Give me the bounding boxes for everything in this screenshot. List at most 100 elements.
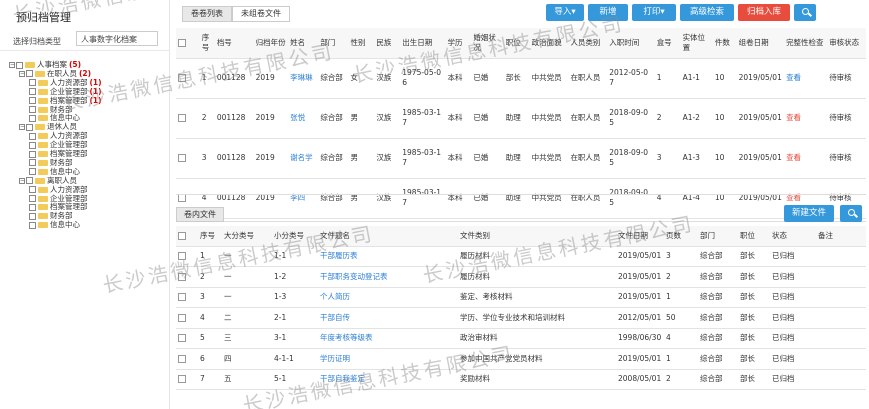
row-checkbox[interactable] bbox=[178, 375, 186, 384]
column-header[interactable]: 页数 bbox=[664, 226, 698, 247]
column-header[interactable]: 小分类号 bbox=[272, 226, 318, 247]
table-row[interactable]: 2 001128 2019 张悦 综合部男汉族 1985-03-17 本科 已婚 助理 中共党员在… bbox=[176, 98, 866, 139]
tab-volume-files[interactable]: 卷内文件 bbox=[176, 207, 224, 222]
archive-type-select[interactable]: 人事数字化档案 bbox=[76, 31, 158, 46]
file-search-button[interactable] bbox=[840, 205, 862, 222]
column-header[interactable]: 大分类号 bbox=[222, 226, 272, 247]
table-cell[interactable]: 学历证明 bbox=[318, 348, 458, 370]
column-header[interactable]: 部门 bbox=[318, 28, 349, 59]
tree-checkbox[interactable] bbox=[29, 114, 36, 122]
column-header[interactable]: 婚姻状况 bbox=[471, 28, 504, 59]
tree-checkbox[interactable] bbox=[29, 132, 36, 140]
collapse-toggle-icon[interactable]: − bbox=[19, 124, 25, 131]
row-checkbox-cell[interactable] bbox=[176, 348, 198, 370]
column-header[interactable]: 文件日期 bbox=[616, 226, 664, 247]
table-cell[interactable]: 查看 bbox=[784, 98, 828, 139]
tree-checkbox[interactable] bbox=[26, 70, 33, 78]
table-row[interactable]: 1 001128 2019 李琳琳 综合部女汉族 1975-05-06 本科 已婚 部长 中共党员… bbox=[176, 58, 866, 99]
row-checkbox-cell[interactable] bbox=[176, 307, 198, 329]
column-header[interactable]: 入职时间 bbox=[607, 28, 655, 59]
row-checkbox-cell[interactable] bbox=[176, 98, 200, 139]
table-row[interactable]: 7 五 5-1 干部自我鉴定 奖励材料 2008/05/01 2 综合部 部长 已归档 bbox=[176, 369, 866, 390]
archive-storage-button[interactable]: 归档入库 bbox=[738, 4, 790, 21]
tree-checkbox[interactable] bbox=[29, 168, 36, 176]
row-checkbox[interactable] bbox=[178, 293, 186, 302]
tree-checkbox[interactable] bbox=[29, 106, 36, 113]
collapse-toggle-icon[interactable]: − bbox=[9, 62, 15, 68]
add-button[interactable]: 新增 bbox=[588, 4, 628, 21]
column-header[interactable]: 职位 bbox=[503, 28, 530, 59]
tree-node[interactable]: 信息中心 bbox=[29, 220, 82, 230]
print-button[interactable]: 打印▾ bbox=[632, 4, 676, 21]
column-header[interactable]: 人员类别 bbox=[568, 28, 608, 59]
column-header[interactable]: 文件类别 bbox=[458, 226, 616, 247]
tree-checkbox[interactable] bbox=[26, 123, 33, 131]
column-header[interactable]: 归档年份 bbox=[253, 28, 289, 59]
header-checkbox-cell[interactable] bbox=[176, 226, 198, 247]
row-checkbox[interactable] bbox=[178, 313, 186, 322]
table-cell[interactable]: 干部职务变动登记表 bbox=[318, 266, 458, 288]
table-cell[interactable]: 查看 bbox=[784, 58, 828, 99]
column-header[interactable]: 姓名 bbox=[288, 28, 319, 59]
tree-checkbox[interactable] bbox=[29, 159, 36, 167]
new-file-button[interactable]: 新建文件 bbox=[784, 205, 834, 222]
tree-checkbox[interactable] bbox=[16, 61, 23, 69]
row-checkbox-cell[interactable] bbox=[176, 287, 198, 308]
column-header[interactable]: 盒号 bbox=[654, 28, 681, 59]
table-cell[interactable]: 张悦 bbox=[288, 98, 319, 139]
select-all-checkbox[interactable] bbox=[178, 231, 186, 240]
table-row[interactable]: 2 一 1-2 干部职务变动登记表 履历材料 2019/05/01 2 综合部 部长 已归档 bbox=[176, 266, 866, 288]
column-header[interactable]: 备注 bbox=[816, 226, 866, 247]
column-header[interactable]: 出生日期 bbox=[400, 28, 446, 59]
tree-checkbox[interactable] bbox=[29, 88, 36, 96]
row-checkbox[interactable] bbox=[178, 154, 186, 162]
column-header[interactable]: 档号 bbox=[214, 28, 254, 59]
column-header[interactable]: 性别 bbox=[348, 28, 375, 59]
collapse-toggle-icon[interactable]: − bbox=[19, 177, 25, 184]
column-header[interactable]: 序号 bbox=[198, 226, 222, 247]
select-all-checkbox[interactable] bbox=[178, 38, 186, 47]
tree-checkbox[interactable] bbox=[29, 79, 36, 87]
tree-checkbox[interactable] bbox=[29, 212, 36, 220]
tree-checkbox[interactable] bbox=[29, 141, 36, 149]
column-header[interactable]: 政治面貌 bbox=[529, 28, 569, 59]
table-cell[interactable]: 谢名学 bbox=[288, 138, 319, 179]
table-row[interactable]: 1 一 1-1 干部履历表 履历材料 2019/05/01 3 综合部 部长 已归档 bbox=[176, 246, 866, 267]
tab-volume-list[interactable]: 卷卷列表 bbox=[182, 6, 232, 22]
row-checkbox-cell[interactable] bbox=[176, 246, 198, 267]
advanced-search-button[interactable]: 高级检索 bbox=[680, 4, 734, 21]
column-header[interactable]: 序号 bbox=[199, 28, 215, 59]
row-checkbox[interactable] bbox=[178, 354, 186, 363]
row-checkbox-cell[interactable] bbox=[176, 369, 198, 390]
import-button[interactable]: 导入▾ bbox=[546, 4, 584, 21]
table-cell[interactable]: 李琳琳 bbox=[288, 58, 319, 99]
table-row[interactable]: 4 二 2-1 干部自传 学历、学位专业技术和培训材料 2012/05/01 50 综合部 部长… bbox=[176, 307, 866, 329]
tab-unassembled-files[interactable]: 未组卷文件 bbox=[232, 6, 290, 22]
table-row[interactable]: 6 四 4-1-1 学历证明 参加中国共产党党员材料 2019/05/01 1 综合部 部长 已归… bbox=[176, 348, 866, 370]
search-button[interactable] bbox=[794, 4, 816, 21]
column-header[interactable]: 审核状态 bbox=[827, 28, 866, 59]
column-header[interactable]: 件数 bbox=[712, 28, 737, 59]
tree-checkbox[interactable] bbox=[29, 150, 36, 158]
collapse-toggle-icon[interactable]: − bbox=[19, 70, 25, 77]
column-header[interactable]: 学历 bbox=[445, 28, 472, 59]
table-cell[interactable]: 个人简历 bbox=[318, 287, 458, 308]
table-row[interactable]: 3 001128 2019 谢名学 综合部男汉族 1985-03-17 本科 已婚 助理 中共党员… bbox=[176, 138, 866, 179]
tree-checkbox[interactable] bbox=[29, 221, 36, 229]
row-checkbox[interactable] bbox=[178, 194, 186, 202]
row-checkbox[interactable] bbox=[178, 114, 186, 122]
tree-checkbox[interactable] bbox=[29, 97, 36, 105]
row-checkbox[interactable] bbox=[178, 252, 186, 261]
column-header[interactable]: 民族 bbox=[374, 28, 401, 59]
tree-checkbox[interactable] bbox=[29, 186, 36, 194]
table-row[interactable]: 3 一 1-3 个人简历 鉴定、考核材料 2019/05/01 1 综合部 部长 已归档 bbox=[176, 287, 866, 308]
row-checkbox[interactable] bbox=[178, 74, 186, 82]
row-checkbox-cell[interactable] bbox=[176, 138, 200, 179]
table-cell[interactable]: 查看 bbox=[784, 138, 828, 179]
table-cell[interactable]: 年度考核等级表 bbox=[318, 328, 458, 349]
column-header[interactable]: 完整性检查 bbox=[784, 28, 828, 59]
table-cell[interactable]: 干部自我鉴定 bbox=[318, 369, 458, 390]
row-checkbox[interactable] bbox=[178, 334, 186, 343]
row-checkbox-cell[interactable] bbox=[176, 58, 200, 99]
tree-checkbox[interactable] bbox=[26, 177, 33, 185]
